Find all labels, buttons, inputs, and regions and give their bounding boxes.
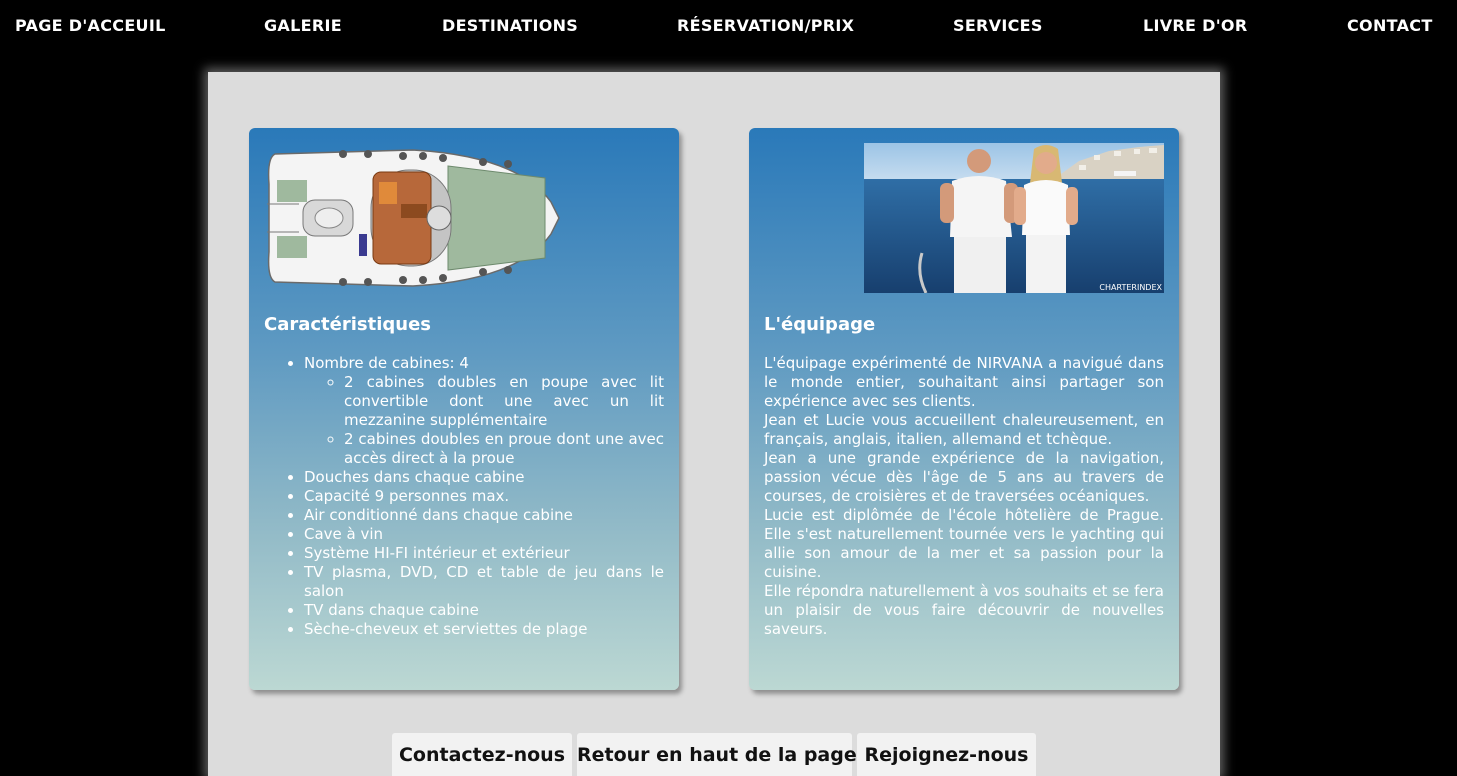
top-navigation: PAGE D'ACCEUIL GALERIE DESTINATIONS RÉSE… xyxy=(0,0,1457,54)
list-item: Capacité 9 personnes max. xyxy=(304,487,664,506)
nav-guestbook[interactable]: LIVRE D'OR xyxy=(1143,16,1247,35)
crew-paragraph: Lucie est diplômée de l'école hôtelière … xyxy=(764,506,1164,581)
crew-paragraph: L'équipage expérimenté de NIRVANA a navi… xyxy=(764,354,1164,410)
list-item: Air conditionné dans chaque cabine xyxy=(304,506,664,525)
catamaran-deck-plan-image xyxy=(267,149,560,287)
characteristics-card: Caractéristiques Nombre de cabines: 4 2 … xyxy=(249,128,679,690)
characteristics-list: Nombre de cabines: 4 2 cabines doubles e… xyxy=(264,354,664,639)
crew-paragraph: Jean a une grande expérience de la navig… xyxy=(764,449,1164,505)
join-us-button[interactable]: Rejoignez-nous xyxy=(857,733,1036,776)
list-item: Sèche-cheveux et serviettes de plage xyxy=(304,620,664,639)
nav-home[interactable]: PAGE D'ACCEUIL xyxy=(15,16,166,35)
back-to-top-button[interactable]: Retour en haut de la page xyxy=(577,733,857,776)
crew-photo: CHARTERINDEX xyxy=(864,143,1164,293)
crew-card: CHARTERINDEX L'équipage L'équipage expér… xyxy=(749,128,1179,690)
crew-title: L'équipage xyxy=(764,314,876,335)
nav-booking-prices[interactable]: RÉSERVATION/PRIX xyxy=(677,16,854,35)
crew-paragraph: Elle répondra naturellement à vos souhai… xyxy=(764,582,1164,638)
crew-description: L'équipage expérimenté de NIRVANA a navi… xyxy=(764,354,1164,639)
list-item: Système HI-FI intérieur et extérieur xyxy=(304,544,664,563)
nav-contact[interactable]: CONTACT xyxy=(1347,16,1433,35)
characteristics-title: Caractéristiques xyxy=(264,314,432,335)
list-item: Douches dans chaque cabine xyxy=(304,468,664,487)
main-content: Caractéristiques Nombre de cabines: 4 2 … xyxy=(208,72,1220,776)
list-item: Nombre de cabines: 4 2 cabines doubles e… xyxy=(304,354,664,468)
crew-paragraph: Jean et Lucie vous accueillent chaleureu… xyxy=(764,411,1164,448)
nav-gallery[interactable]: GALERIE xyxy=(264,16,342,35)
list-item: Cave à vin xyxy=(304,525,664,544)
contact-us-button[interactable]: Contactez-nous xyxy=(392,733,572,776)
list-item: TV plasma, DVD, CD et table de jeu dans … xyxy=(304,563,664,601)
list-item: TV dans chaque cabine xyxy=(304,601,664,620)
nav-destinations[interactable]: DESTINATIONS xyxy=(442,16,578,35)
cabins-count: Nombre de cabines: 4 xyxy=(304,354,469,372)
nav-services[interactable]: SERVICES xyxy=(953,16,1043,35)
cabin-details-list: 2 cabines doubles en poupe avec lit conv… xyxy=(304,373,664,468)
list-item: 2 cabines doubles en poupe avec lit conv… xyxy=(344,373,664,430)
photo-watermark: CHARTERINDEX xyxy=(1099,283,1162,292)
list-item: 2 cabines doubles en proue dont une avec… xyxy=(344,430,664,468)
